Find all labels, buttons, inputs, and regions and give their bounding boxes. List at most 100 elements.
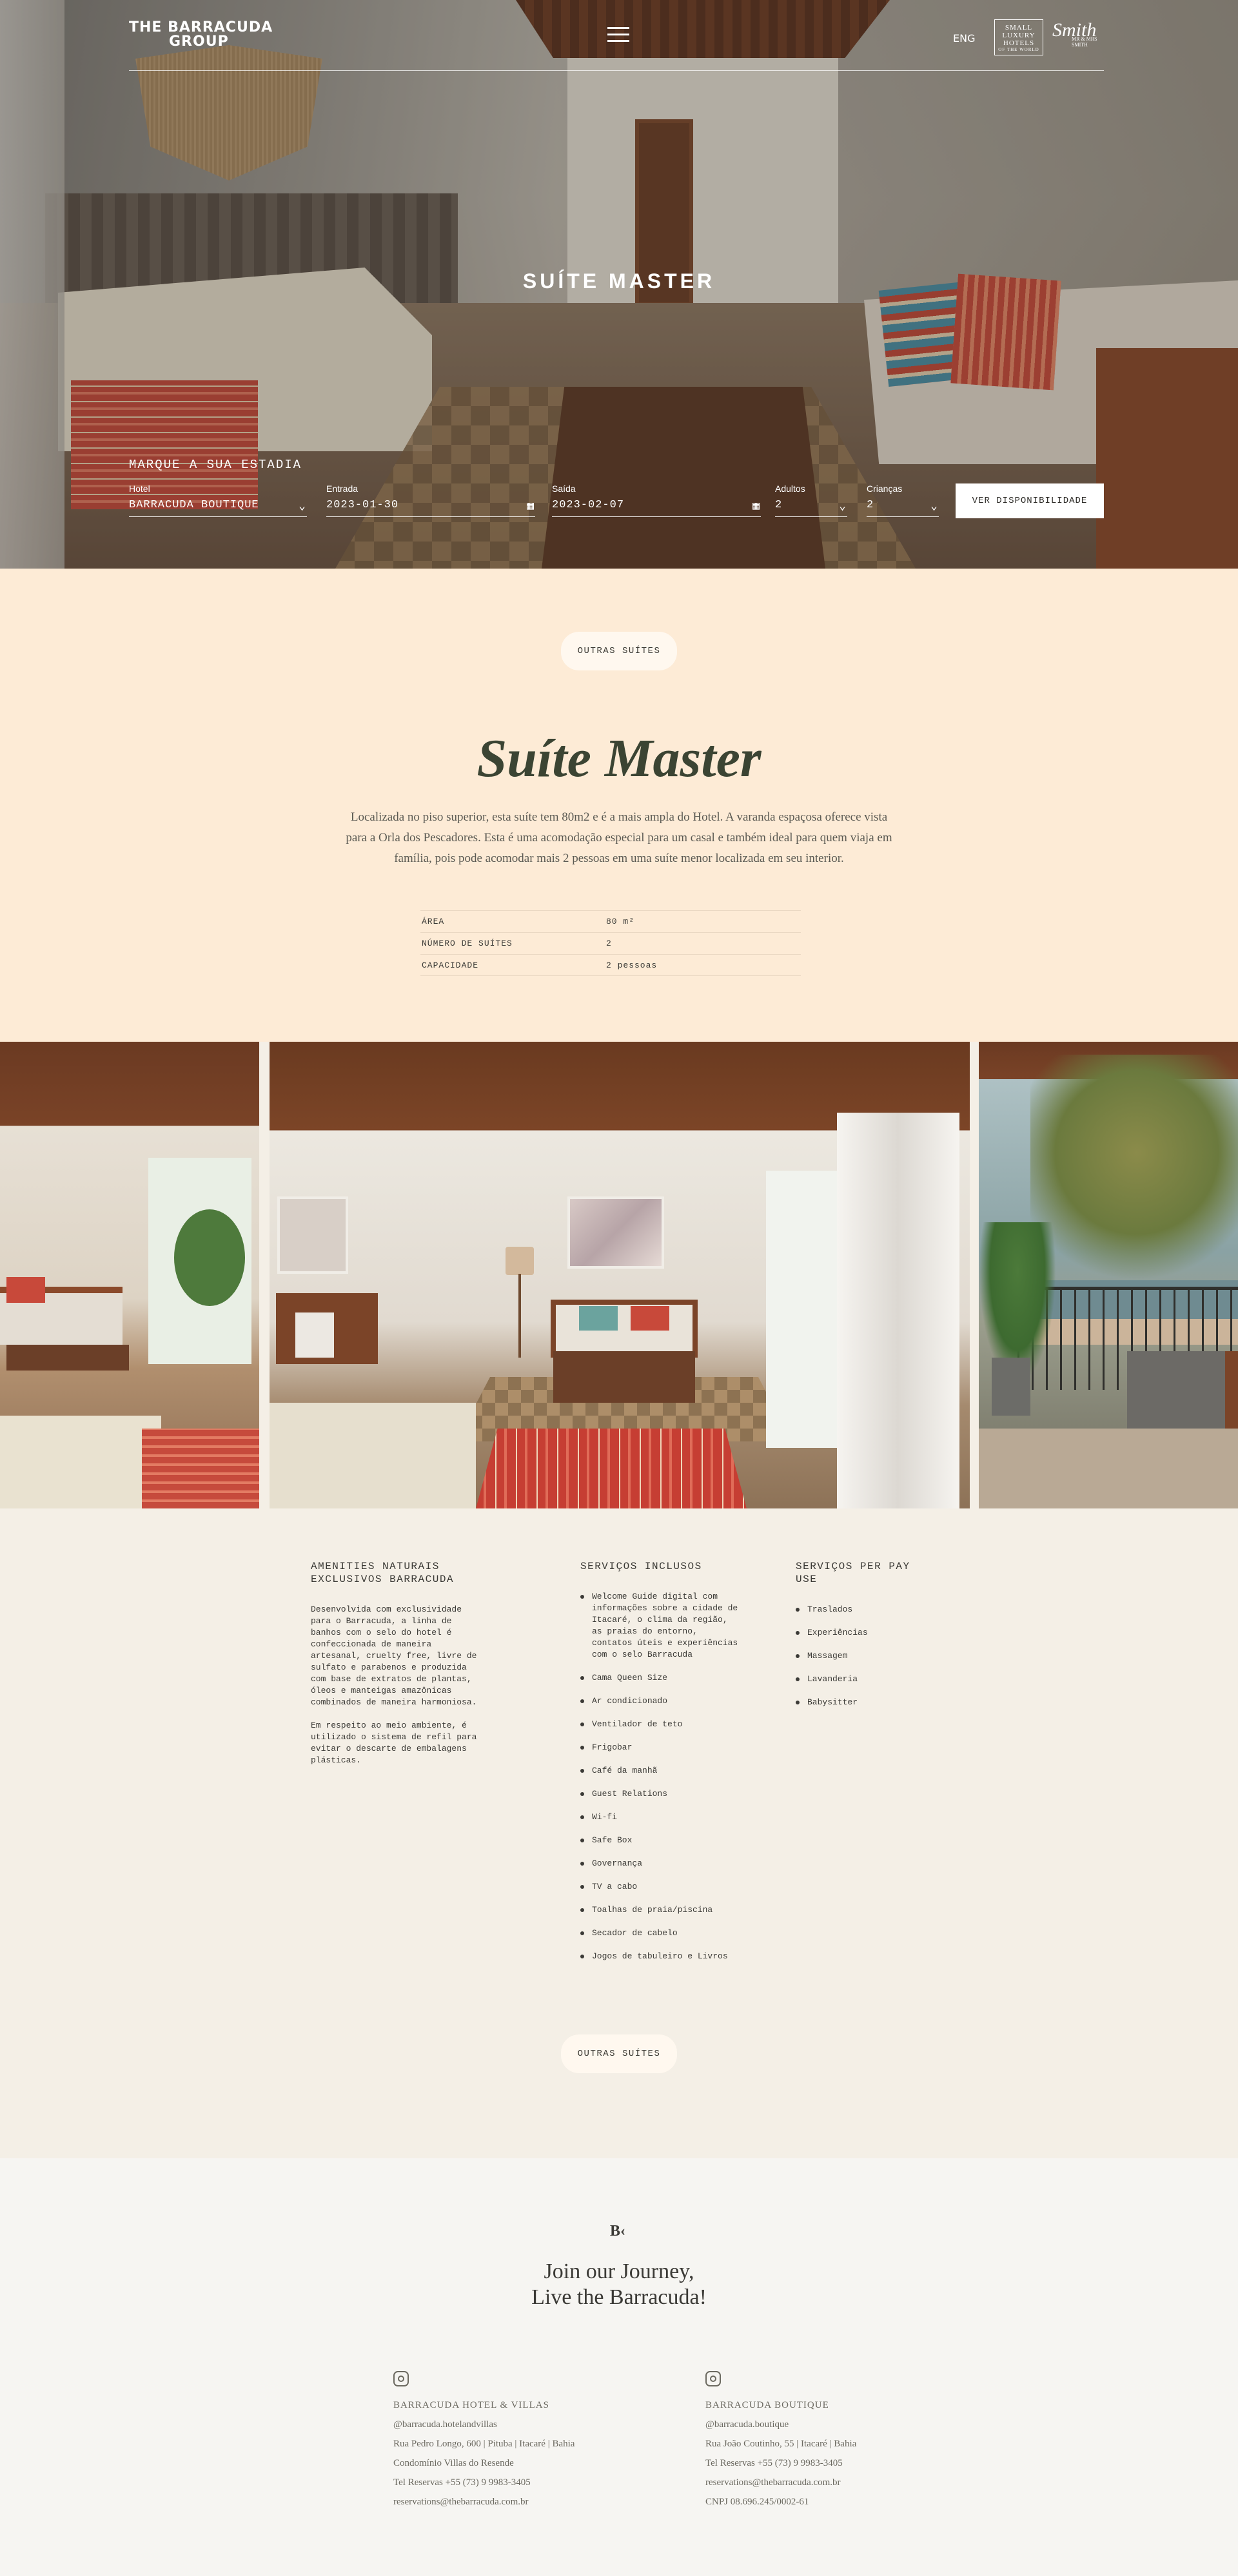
footer-boutique: BARRACUDA BOUTIQUE @barracuda.boutique R…: [705, 2371, 976, 2512]
calendar-icon[interactable]: ▦: [527, 499, 534, 513]
chevron-down-icon: ⌄: [839, 500, 846, 513]
footer-hotel-name: BARRACUDA HOTEL & VILLAS: [393, 2400, 549, 2410]
included-services-list: Welcome Guide digital com informações so…: [580, 1591, 742, 1962]
list-item: Safe Box: [580, 1835, 742, 1846]
footer-title: Join our Journey, Live the Barracuda!: [0, 2259, 1238, 2310]
footer-phone[interactable]: Tel Reservas +55 (73) 9 9983-3405: [393, 2473, 664, 2492]
list-item: Babysitter: [796, 1697, 925, 1708]
checkout-date-field[interactable]: Saída 2023-02-07 ▦: [552, 483, 761, 517]
children-select[interactable]: Crianças 2 ⌄: [867, 483, 939, 517]
photo-sofa: [551, 1300, 698, 1358]
footer-instagram-handle[interactable]: @barracuda.hotelandvillas: [393, 2415, 664, 2434]
list-item: Ventilador de teto: [580, 1719, 742, 1730]
photo-table: [6, 1345, 129, 1371]
checkin-value: 2023-01-30: [326, 499, 399, 511]
footer-phone[interactable]: Tel Reservas +55 (73) 9 9983-3405: [705, 2454, 976, 2473]
slh-line-4: OF THE WORLD: [998, 47, 1039, 52]
amenities-column: AMENITIES NATURAIS EXCLUSIVOS BARRACUDA …: [311, 1560, 485, 1778]
amenities-paragraph: Desenvolvida com exclusividade para o Ba…: [311, 1605, 477, 1707]
adults-select[interactable]: Adultos 2 ⌄: [775, 483, 847, 517]
footer: [0, 2158, 1238, 2576]
calendar-icon[interactable]: ▦: [752, 499, 760, 513]
spec-row: ÁREA 80 m²: [420, 910, 801, 932]
barracuda-mark-icon: B‹: [610, 2223, 625, 2239]
other-suites-button-bottom[interactable]: OUTRAS SUÍTES: [561, 2034, 677, 2073]
pay-per-use-title: SERVIÇOS PER PAY USE: [796, 1561, 910, 1585]
amenities-paragraph: Em respeito ao meio ambiente, é utilizad…: [311, 1721, 477, 1765]
footer-hotel-name: BARRACUDA BOUTIQUE: [705, 2400, 829, 2410]
chevron-down-icon: ⌄: [299, 500, 306, 513]
logo-line-2: GROUP: [169, 34, 229, 50]
photo-tree: [1030, 1055, 1238, 1300]
photo-curtain: [837, 1113, 959, 1508]
pay-per-use-column: SERVIÇOS PER PAY USE Traslados Experiênc…: [796, 1560, 925, 1720]
checkin-label: Entrada: [326, 483, 359, 494]
children-label: Crianças: [867, 483, 903, 494]
hotel-select[interactable]: Hotel BARRACUDA BOUTIQUE ⌄: [129, 483, 307, 517]
list-item: Secador de cabelo: [580, 1927, 742, 1939]
footer-instagram-handle[interactable]: @barracuda.boutique: [705, 2415, 976, 2434]
gallery-photo-living-room[interactable]: [0, 1042, 259, 1508]
mr-mrs-smith-logo: Smith MR & MRS SMITH: [1052, 19, 1104, 48]
photo-coffee-table: [553, 1351, 695, 1403]
list-item: Welcome Guide digital com informações so…: [580, 1591, 742, 1661]
instagram-icon[interactable]: [705, 2371, 721, 2386]
list-item: Governança: [580, 1858, 742, 1869]
other-suites-button[interactable]: OUTRAS SUÍTES: [561, 632, 677, 670]
included-services-title: SERVIÇOS INCLUSOS: [580, 1561, 702, 1572]
footer-email[interactable]: reservations@thebarracuda.com.br: [393, 2492, 664, 2512]
suite-description: Localizada no piso superior, esta suíte …: [346, 810, 892, 865]
photo-cushion: [579, 1306, 618, 1331]
smith-subtext: MR & MRS SMITH: [1072, 36, 1097, 48]
hotel-label: Hotel: [129, 483, 150, 494]
spec-row: NÚMERO DE SUÍTES 2: [420, 932, 801, 954]
slh-line-2: LUXURY: [1002, 32, 1036, 39]
hero-title: SUÍTE MASTER: [522, 269, 716, 293]
brand-logo[interactable]: THE BARRACUDA GROUP: [129, 21, 273, 49]
hero-section: THE BARRACUDA GROUP ENG SMALL LUXURY HOT…: [0, 0, 1238, 569]
spec-value: 2 pessoas: [606, 960, 658, 970]
footer-title-line-2: Live the Barracuda!: [531, 2285, 707, 2309]
spec-key: ÁREA: [422, 917, 445, 926]
footer-cnpj: CNPJ 08.696.245/0002-61: [705, 2497, 809, 2507]
spec-value: 80 m²: [606, 917, 635, 926]
footer-address: Rua João Coutinho, 55 | Itacaré | Bahia: [705, 2439, 857, 2449]
list-item: Traslados: [796, 1604, 925, 1615]
list-item: Café da manhã: [580, 1765, 742, 1777]
footer-email[interactable]: reservations@thebarracuda.com.br: [705, 2473, 976, 2492]
slh-line-1: SMALL: [1005, 24, 1033, 32]
photo-floor: [979, 1429, 1238, 1508]
children-value: 2: [867, 499, 874, 511]
photo-artwork: [567, 1196, 664, 1269]
instagram-icon[interactable]: [393, 2371, 409, 2386]
hotel-value: BARRACUDA BOUTIQUE: [129, 499, 259, 511]
gallery-photo-balcony[interactable]: [979, 1042, 1238, 1508]
list-item: Cama Queen Size: [580, 1672, 742, 1684]
photo-plant: [174, 1209, 245, 1306]
checkout-label: Saída: [552, 483, 576, 494]
small-luxury-hotels-logo: SMALL LUXURY HOTELS OF THE WORLD: [994, 19, 1043, 55]
gallery-photo-suite[interactable]: [270, 1042, 970, 1508]
photo-bed: [0, 1416, 161, 1508]
list-item: Lavanderia: [796, 1673, 925, 1685]
logo-line-1: THE BARRACUDA: [129, 19, 273, 35]
checkin-date-field[interactable]: Entrada 2023-01-30 ▦: [326, 483, 535, 517]
suite-specs-table: ÁREA 80 m² NÚMERO DE SUÍTES 2 CAPACIDADE…: [420, 910, 801, 976]
check-availability-button[interactable]: VER DISPONIBILIDADE: [956, 483, 1104, 518]
photo-pillow: [6, 1277, 45, 1303]
language-switch[interactable]: ENG: [953, 32, 975, 44]
list-item: Guest Relations: [580, 1788, 742, 1800]
amenities-title: AMENITIES NATURAIS EXCLUSIVOS BARRACUDA: [311, 1561, 455, 1585]
list-item: Frigobar: [580, 1742, 742, 1753]
included-services-column: SERVIÇOS INCLUSOS Welcome Guide digital …: [580, 1560, 742, 1974]
list-item: Toalhas de praia/piscina: [580, 1904, 742, 1916]
photo-pot: [992, 1358, 1030, 1416]
list-item: Massagem: [796, 1650, 925, 1662]
chevron-down-icon: ⌄: [930, 500, 938, 513]
spec-key: CAPACIDADE: [422, 960, 479, 970]
photo-minibar: [295, 1312, 334, 1358]
list-item: Ar condicionado: [580, 1695, 742, 1707]
hamburger-icon[interactable]: [607, 27, 629, 43]
list-item: Experiências: [796, 1627, 925, 1639]
checkout-value: 2023-02-07: [552, 499, 625, 511]
